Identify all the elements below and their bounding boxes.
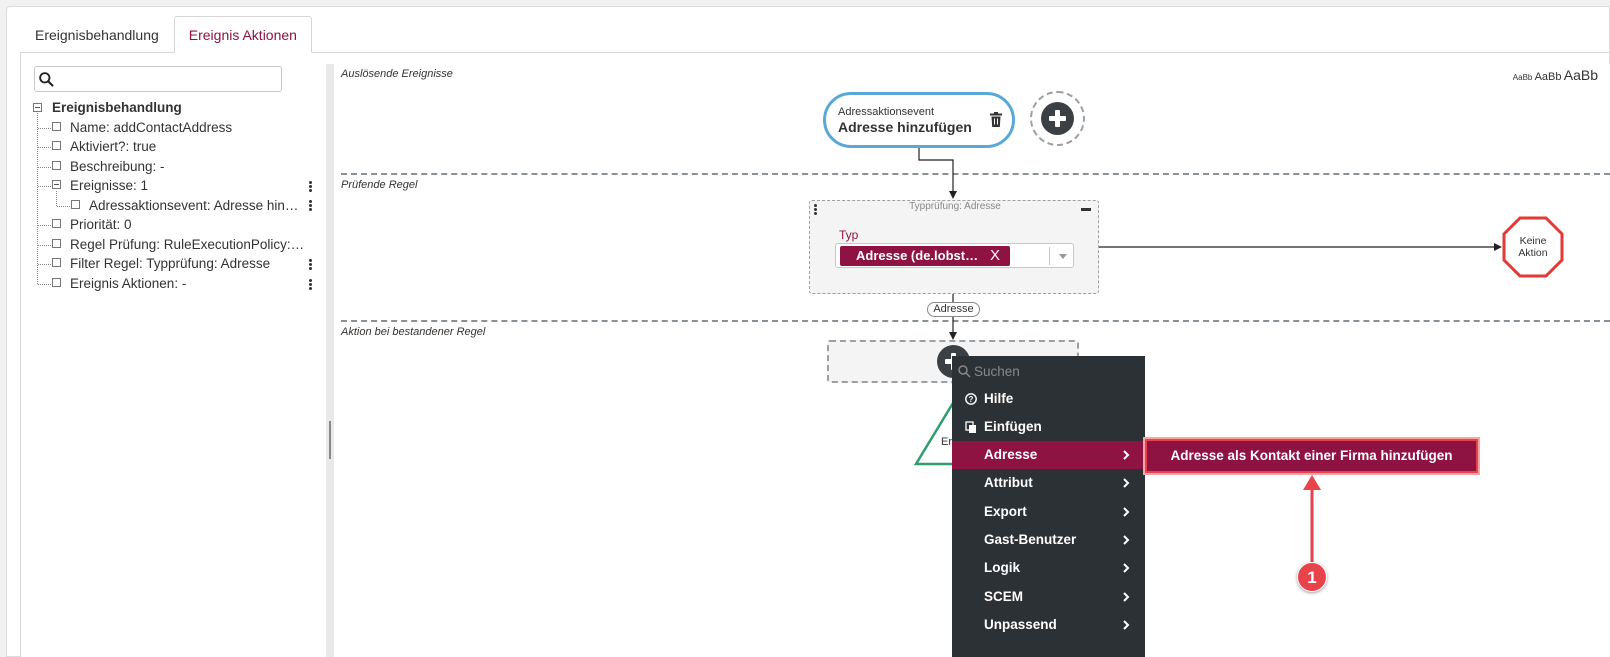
menu-search-input[interactable]: Suchen bbox=[952, 356, 1145, 386]
chevron-right-icon bbox=[1123, 535, 1130, 545]
type-chip-label: Adresse (de.lobst… bbox=[856, 248, 979, 263]
submenu-item-add-contact[interactable]: Adresse als Kontakt einer Firma hinzufüg… bbox=[1145, 439, 1478, 473]
menu-item-label: Unpassend bbox=[984, 617, 1057, 632]
no-action-line2: Aktion bbox=[1518, 247, 1548, 259]
no-action-line1: Keine bbox=[1519, 235, 1547, 247]
typ-label: Typ bbox=[839, 228, 859, 242]
menu-item-label: Adresse bbox=[984, 447, 1038, 462]
chevron-right-icon bbox=[1123, 620, 1130, 630]
event-name: Adresse hinzufügen bbox=[838, 119, 972, 135]
tab-ereignis-aktionen[interactable]: Ereignis Aktionen bbox=[173, 16, 312, 53]
typ-select[interactable]: Adresse (de.lobst… X bbox=[835, 243, 1074, 268]
context-menu: Suchen ? Hilfe Einfügen Adresse Attribut… bbox=[952, 356, 1145, 657]
submenu-item-label: Adresse als Kontakt einer Firma hinzufüg… bbox=[1170, 448, 1453, 463]
chevron-right-icon bbox=[1123, 478, 1130, 488]
action-triangle-label: Er bbox=[941, 436, 952, 448]
plus-icon bbox=[1041, 102, 1074, 135]
rule-title: Typprüfung: Adresse bbox=[909, 201, 1001, 212]
chip-remove-icon[interactable]: X bbox=[990, 246, 1000, 266]
menu-item-label: Gast-Benutzer bbox=[984, 532, 1077, 547]
event-type: Adressaktionsevent bbox=[838, 106, 934, 118]
menu-item-gast-benutzer[interactable]: Gast-Benutzer bbox=[952, 526, 1145, 554]
menu-item-label: Attribut bbox=[984, 475, 1033, 490]
more-icon[interactable] bbox=[814, 204, 818, 216]
help-icon: ? bbox=[965, 393, 977, 405]
menu-item-label: SCEM bbox=[984, 589, 1024, 604]
search-icon bbox=[958, 365, 971, 378]
menu-item-scem[interactable]: SCEM bbox=[952, 583, 1145, 611]
chevron-right-icon bbox=[1123, 507, 1130, 517]
event-node[interactable]: Adressaktionsevent Adresse hinzufügen bbox=[823, 92, 1015, 148]
chevron-right-icon bbox=[1123, 450, 1130, 460]
menu-item-label: Export bbox=[984, 504, 1027, 519]
chevron-right-icon bbox=[1123, 592, 1130, 602]
menu-item-label: Hilfe bbox=[984, 391, 1014, 406]
menu-search-placeholder: Suchen bbox=[974, 364, 1020, 379]
menu-item-unpassend[interactable]: Unpassend bbox=[952, 611, 1145, 639]
menu-item-export[interactable]: Export bbox=[952, 498, 1145, 526]
menu-item-hilfe[interactable]: ? Hilfe bbox=[952, 385, 1145, 413]
select-separator bbox=[1049, 247, 1050, 265]
menu-item-attribut[interactable]: Attribut bbox=[952, 469, 1145, 497]
edge-label: Adresse bbox=[927, 302, 980, 317]
trash-icon[interactable] bbox=[990, 112, 1002, 127]
add-event-button[interactable] bbox=[1030, 91, 1085, 146]
rule-node[interactable]: Typprüfung: Adresse Typ Adresse (de.lobs… bbox=[809, 200, 1099, 294]
no-action-label: Keine Aktion bbox=[1502, 235, 1564, 259]
flow-connectors bbox=[913, 148, 1502, 466]
type-chip[interactable]: Adresse (de.lobst… X bbox=[840, 246, 1010, 266]
menu-item-label: Einfügen bbox=[984, 419, 1042, 434]
chevron-right-icon bbox=[1123, 563, 1130, 573]
menu-item-logik[interactable]: Logik bbox=[952, 554, 1145, 582]
annotation-badge: 1 bbox=[1297, 562, 1327, 592]
menu-item-einfuegen[interactable]: Einfügen bbox=[952, 413, 1145, 441]
menu-item-label: Logik bbox=[984, 560, 1020, 575]
paste-icon bbox=[965, 421, 976, 433]
collapse-icon[interactable] bbox=[1081, 208, 1091, 211]
chevron-down-icon[interactable] bbox=[1059, 254, 1067, 259]
svg-text:?: ? bbox=[969, 395, 974, 404]
menu-item-adresse[interactable]: Adresse bbox=[952, 441, 1145, 469]
